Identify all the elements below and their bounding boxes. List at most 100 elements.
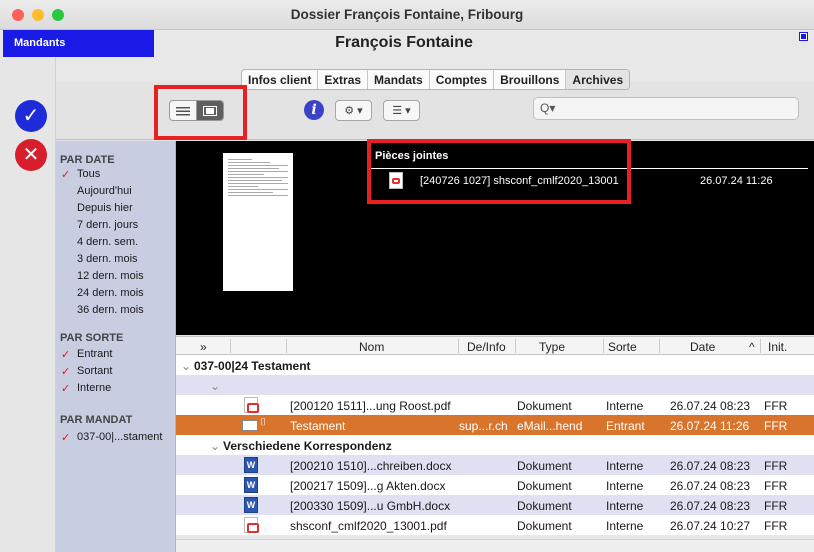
column-date[interactable]: Date bbox=[690, 340, 715, 354]
word-icon: W bbox=[244, 477, 258, 493]
word-icon: W bbox=[244, 497, 258, 513]
list-options-popup-button[interactable]: ☰ ▾ bbox=[383, 100, 420, 121]
checkmark-icon: ✓ bbox=[61, 432, 71, 444]
row-date: 26.07.24 08:23 bbox=[670, 499, 751, 513]
column-separator bbox=[458, 339, 459, 353]
row-type: Dokument bbox=[517, 459, 572, 473]
filter-date-since-yesterday[interactable]: Depuis hier bbox=[77, 202, 133, 214]
table-row[interactable]: [200120 1511]...ung Roost.pdf Dokument I… bbox=[176, 395, 814, 415]
column-de-info[interactable]: De/Info bbox=[467, 340, 506, 354]
column-separator bbox=[515, 339, 516, 353]
row-kind: Interne bbox=[606, 519, 644, 533]
checkmark-icon: ✓ bbox=[61, 366, 71, 378]
filter-sidebar: PAR DATE ✓ Tous Aujourd'hui Depuis hier … bbox=[56, 141, 176, 552]
filter-date-7-days[interactable]: 7 dern. jours bbox=[77, 219, 138, 231]
filter-date-tous[interactable]: Tous bbox=[77, 168, 100, 180]
row-date: 26.07.24 08:23 bbox=[670, 399, 751, 413]
filter-type-interne[interactable]: Interne bbox=[77, 382, 111, 394]
row-name: [200210 1510]...chreiben.docx bbox=[290, 459, 452, 473]
document-thumbnail[interactable] bbox=[223, 153, 293, 291]
group-label: Verschiedene Korrespondenz bbox=[223, 439, 392, 453]
attachment-date: 26.07.24 11:26 bbox=[700, 175, 773, 187]
cancel-button[interactable]: ✕ bbox=[15, 139, 47, 171]
filter-mandate-item[interactable]: 037-00|...stament bbox=[77, 431, 162, 443]
column-sorte[interactable]: Sorte bbox=[608, 340, 637, 354]
row-from: sup...r.ch bbox=[459, 419, 508, 433]
tab-comptes[interactable]: Comptes bbox=[430, 70, 495, 89]
tab-bar: Infos client Extras Mandats Comptes Brou… bbox=[241, 69, 631, 90]
table-header: » Nom De/Info Type Sorte Date ^ Init. bbox=[176, 336, 814, 355]
actions-popup-button[interactable]: ⚙ ▾ bbox=[335, 100, 372, 121]
filter-heading-date: PAR DATE bbox=[60, 154, 115, 166]
row-kind: Interne bbox=[606, 499, 644, 513]
row-init: FFR bbox=[764, 419, 788, 433]
tab-archives[interactable]: Archives bbox=[566, 70, 630, 89]
tab-extras[interactable]: Extras bbox=[318, 70, 369, 89]
filter-date-36-months[interactable]: 36 dern. mois bbox=[77, 304, 144, 316]
gear-icon: ⚙ bbox=[344, 105, 355, 117]
row-kind: Entrant bbox=[606, 419, 645, 433]
row-init: FFR bbox=[764, 499, 788, 513]
window-corner-icon[interactable] bbox=[799, 32, 808, 41]
row-type: eMail...hend bbox=[517, 419, 583, 433]
confirm-button[interactable]: ✓ bbox=[15, 100, 47, 132]
row-date: 26.07.24 10:27 bbox=[670, 519, 751, 533]
checkmark-icon: ✓ bbox=[61, 383, 71, 395]
row-type: Dokument bbox=[517, 399, 572, 413]
filter-date-today[interactable]: Aujourd'hui bbox=[77, 185, 132, 197]
filter-date-24-months[interactable]: 24 dern. mois bbox=[77, 287, 144, 299]
row-name: shsconf_cmlf2020_13001.pdf bbox=[290, 519, 447, 533]
tab-infos-client[interactable]: Infos client bbox=[242, 70, 319, 89]
filter-heading-type: PAR SORTE bbox=[60, 332, 124, 344]
column-separator bbox=[286, 339, 287, 353]
row-kind: Interne bbox=[606, 459, 644, 473]
horizontal-scrollbar[interactable] bbox=[176, 539, 814, 552]
column-init[interactable]: Init. bbox=[768, 340, 787, 354]
group-row-testament[interactable]: ⌄ 037-00|24 Testament bbox=[176, 355, 814, 375]
close-icon: ✕ bbox=[22, 144, 40, 166]
info-button[interactable]: i bbox=[304, 100, 324, 120]
row-date: 26.07.24 08:23 bbox=[670, 459, 751, 473]
column-expand[interactable]: » bbox=[200, 340, 207, 354]
row-type: Dokument bbox=[517, 479, 572, 493]
row-name: [200217 1509]...g Akten.docx bbox=[290, 479, 446, 493]
row-name: [200330 1509]...u GmbH.docx bbox=[290, 499, 451, 513]
table-row[interactable]: shsconf_cmlf2020_13001.pdf Dokument Inte… bbox=[176, 515, 814, 535]
column-separator bbox=[230, 339, 231, 353]
filter-type-sortant[interactable]: Sortant bbox=[77, 365, 112, 377]
filter-date-12-months[interactable]: 12 dern. mois bbox=[77, 270, 144, 282]
chevron-down-icon: ⌄ bbox=[181, 359, 192, 373]
column-separator bbox=[659, 339, 660, 353]
group-row-korrespondenz[interactable]: ⌄ Verschiedene Korrespondenz bbox=[176, 435, 814, 455]
row-type: Dokument bbox=[517, 499, 572, 513]
chevron-down-icon: ⌄ bbox=[210, 439, 221, 453]
mandants-header[interactable]: Mandants bbox=[3, 30, 154, 57]
column-nom[interactable]: Nom bbox=[359, 340, 384, 354]
attachment-clip-icon: ⌷ bbox=[260, 417, 266, 428]
row-kind: Interne bbox=[606, 479, 644, 493]
pdf-icon bbox=[244, 517, 259, 533]
highlight-box-attachments bbox=[367, 139, 631, 204]
table-row[interactable]: W [200330 1509]...u GmbH.docx Dokument I… bbox=[176, 495, 814, 515]
table-row-selected[interactable]: ⌷ Testament sup...r.ch eMail...hend Entr… bbox=[176, 415, 814, 435]
column-type[interactable]: Type bbox=[539, 340, 565, 354]
column-separator bbox=[603, 339, 604, 353]
title-bar: Dossier François Fontaine, Fribourg bbox=[0, 0, 814, 30]
filter-date-4-weeks[interactable]: 4 dern. sem. bbox=[77, 236, 138, 248]
chevron-down-icon: ⌄ bbox=[210, 379, 221, 393]
group-label: 037-00|24 Testament bbox=[194, 359, 311, 373]
chevron-down-icon: ▾ bbox=[357, 105, 363, 117]
row-init: FFR bbox=[764, 479, 788, 493]
tab-mandats[interactable]: Mandats bbox=[368, 70, 430, 89]
table-row[interactable]: W [200217 1509]...g Akten.docx Dokument … bbox=[176, 475, 814, 495]
table-row[interactable]: W [200210 1510]...chreiben.docx Dokument… bbox=[176, 455, 814, 475]
tab-brouillons[interactable]: Brouillons bbox=[494, 70, 567, 89]
pdf-icon bbox=[244, 397, 259, 413]
filter-type-entrant[interactable]: Entrant bbox=[77, 348, 112, 360]
subgroup-row[interactable]: ⌄ bbox=[176, 375, 814, 395]
chevron-down-icon: ▾ bbox=[405, 105, 411, 117]
mail-icon bbox=[242, 420, 258, 431]
search-input[interactable]: Q▾ bbox=[533, 97, 799, 120]
word-icon: W bbox=[244, 457, 258, 473]
filter-date-3-months[interactable]: 3 dern. mois bbox=[77, 253, 138, 265]
